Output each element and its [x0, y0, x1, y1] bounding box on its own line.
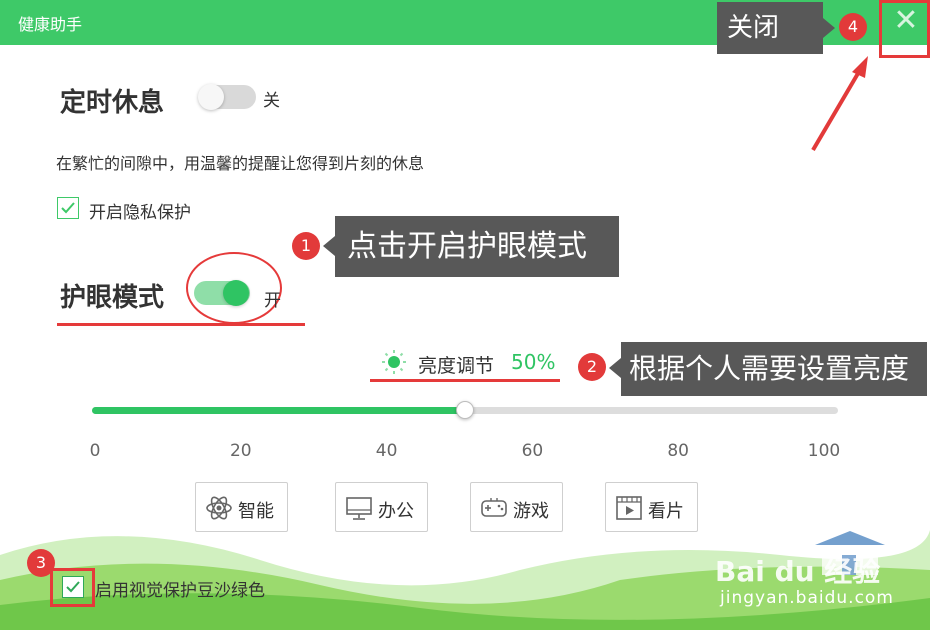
annotation-highlight-close: [879, 0, 930, 58]
rest-toggle[interactable]: [198, 84, 256, 110]
annotation-eye-pointer: [323, 236, 335, 256]
annotation-brightness-callout: 根据个人需要设置亮度: [621, 342, 927, 396]
brightness-value: 50%: [511, 350, 556, 374]
brightness-label: 亮度调节: [418, 355, 495, 377]
slider-tick-label: 0: [89, 441, 101, 461]
annotation-badge-3: 3: [27, 549, 55, 577]
annotation-close-pointer: [823, 18, 835, 38]
privacy-label: 开启隐私保护: [89, 203, 191, 223]
slider-tick-label: 20: [229, 441, 252, 461]
app-title: 健康助手: [18, 15, 83, 34]
brightness-slider-thumb[interactable]: [456, 401, 474, 419]
eye-toggle-state: 开: [264, 291, 281, 311]
watermark-url: jingyan.baidu.com: [720, 588, 894, 608]
slider-tick-label: 60: [521, 441, 544, 461]
sun-icon: [382, 350, 406, 374]
annotation-eye-callout: 点击开启护眼模式: [335, 216, 619, 277]
annotation-arrow-icon: [811, 56, 868, 152]
annotation-brightness-text: 根据个人需要设置亮度: [629, 352, 910, 385]
annotation-close-text: 关闭: [727, 13, 780, 43]
annotation-highlight-green-checkbox: [50, 568, 95, 607]
rest-description: 在繁忙的间隙中，用温馨的提醒让您得到片刻的休息: [56, 154, 425, 173]
annotation-underline-eye-title: [57, 323, 305, 326]
privacy-checkbox[interactable]: [57, 197, 79, 219]
annotation-close-callout: 关闭: [717, 2, 823, 54]
annotation-eye-text: 点击开启护眼模式: [347, 229, 587, 264]
checkmark-icon: [61, 202, 75, 214]
watermark-brand: Bai du 经验: [715, 555, 881, 588]
brightness-slider[interactable]: [92, 401, 838, 419]
annotation-underline-brightness: [370, 379, 560, 382]
slider-tick-label: 40: [375, 441, 398, 461]
slider-tick-label: 100: [807, 441, 841, 461]
rest-toggle-knob: [198, 84, 224, 110]
annotation-badge-2: 2: [578, 353, 606, 381]
annotation-badge-4: 4: [839, 13, 867, 41]
annotation-brightness-pointer: [609, 358, 621, 378]
brightness-slider-fill: [92, 407, 465, 414]
eye-section-title: 护眼模式: [60, 283, 165, 313]
annotation-badge-1: 1: [292, 232, 320, 260]
green-color-label: 启用视觉保护豆沙绿色: [95, 581, 265, 601]
slider-tick-label: 80: [667, 441, 689, 461]
rest-section-title: 定时休息: [60, 88, 165, 118]
rest-toggle-state: 关: [263, 91, 280, 111]
